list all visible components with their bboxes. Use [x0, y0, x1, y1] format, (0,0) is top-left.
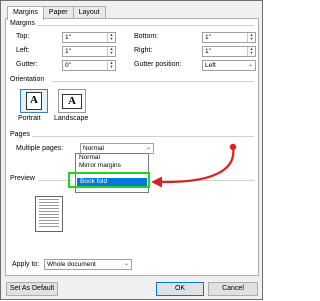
orientation-section-title: Orientation — [10, 76, 45, 83]
gutter-spinner[interactable]: 0" ▲ ▼ — [62, 60, 116, 71]
preview-text-line — [39, 217, 59, 218]
spinner-buttons[interactable]: ▲ ▼ — [107, 33, 115, 42]
gutter-value: 0" — [65, 62, 71, 69]
section-divider — [156, 180, 254, 181]
left-margin-spinner[interactable]: 1" ▲ ▼ — [62, 46, 116, 57]
apply-to-value: Whole document — [47, 261, 96, 268]
gutter-position-select[interactable]: Left ⌄ — [202, 60, 256, 71]
top-margin-value: 1" — [65, 34, 71, 41]
margins-tab-panel: Margins Top: 1" ▲ ▼ Left: 1" ▲ ▼ Gutter: 0… — [5, 18, 259, 276]
spinner-buttons[interactable]: ▲ ▼ — [107, 47, 115, 56]
preview-text-line — [39, 223, 59, 224]
portrait-label: Portrait — [18, 115, 41, 122]
ok-button[interactable]: OK — [156, 282, 204, 296]
highlight-annotation-box — [68, 172, 150, 188]
left-label: Left: — [16, 47, 30, 54]
spinner-buttons[interactable]: ▲ ▼ — [247, 47, 255, 56]
apply-to-select[interactable]: Whole document ⌄ — [44, 259, 132, 270]
dropdown-option-mirror-margins[interactable]: Mirror margins — [76, 162, 148, 170]
spin-down-icon[interactable]: ▼ — [108, 65, 115, 69]
cancel-button[interactable]: Cancel — [208, 282, 258, 296]
spin-down-icon[interactable]: ▼ — [108, 51, 115, 55]
portrait-page-icon: A — [26, 92, 42, 110]
preview-text-line — [39, 205, 59, 206]
gutter-position-value: Left — [205, 62, 216, 69]
multiple-pages-value: Normal — [83, 145, 104, 152]
preview-text-line — [39, 214, 59, 215]
preview-text-line — [39, 226, 59, 227]
top-margin-spinner[interactable]: 1" ▲ ▼ — [62, 32, 116, 43]
section-divider — [36, 25, 254, 26]
dropdown-option-normal[interactable]: Normal — [76, 154, 148, 162]
portrait-option[interactable]: A — [20, 89, 48, 113]
preview-text-line — [39, 208, 59, 209]
set-as-default-button[interactable]: Set As Default — [6, 282, 58, 296]
landscape-page-icon: A — [62, 93, 82, 109]
apply-to-label: Apply to: — [12, 261, 40, 268]
preview-text-line — [39, 211, 59, 212]
section-divider — [38, 180, 72, 181]
margins-section-title: Margins — [10, 20, 35, 27]
spin-down-icon[interactable]: ▼ — [108, 37, 115, 41]
right-margin-spinner[interactable]: 1" ▲ ▼ — [202, 46, 256, 57]
section-divider — [52, 81, 254, 82]
right-label: Right: — [134, 47, 153, 54]
spin-down-icon[interactable]: ▼ — [248, 51, 255, 55]
pages-section-title: Pages — [10, 131, 30, 138]
preview-text-line — [39, 220, 59, 221]
chevron-down-icon: ⌄ — [123, 261, 130, 267]
gutter-position-label: Gutter position: — [134, 61, 182, 68]
preview-text-line — [39, 202, 59, 203]
chevron-down-icon: ⌄ — [247, 62, 254, 68]
bottom-margin-value: 1" — [205, 34, 211, 41]
top-label: Top: — [16, 33, 30, 40]
spinner-buttons[interactable]: ▲ ▼ — [107, 61, 115, 70]
chevron-down-icon: ⌄ — [145, 145, 152, 151]
spinner-buttons[interactable]: ▲ ▼ — [247, 33, 255, 42]
landscape-label: Landscape — [54, 115, 89, 122]
preview-page — [35, 196, 63, 232]
bottom-margin-spinner[interactable]: 1" ▲ ▼ — [202, 32, 256, 43]
left-margin-value: 1" — [65, 48, 71, 55]
preview-section-title: Preview — [10, 175, 35, 182]
landscape-option[interactable]: A — [58, 89, 86, 113]
preview-text-line — [39, 199, 59, 200]
page-setup-dialog: Margins Paper Layout Margins Top: 1" ▲ ▼ … — [0, 0, 263, 300]
right-margin-value: 1" — [205, 48, 211, 55]
multiple-pages-label: Multiple pages: — [16, 145, 64, 152]
spin-down-icon[interactable]: ▼ — [248, 37, 255, 41]
section-divider — [32, 136, 254, 137]
gutter-label: Gutter: — [16, 61, 38, 68]
tab-margins[interactable]: Margins — [7, 6, 44, 20]
bottom-label: Bottom: — [134, 33, 159, 40]
